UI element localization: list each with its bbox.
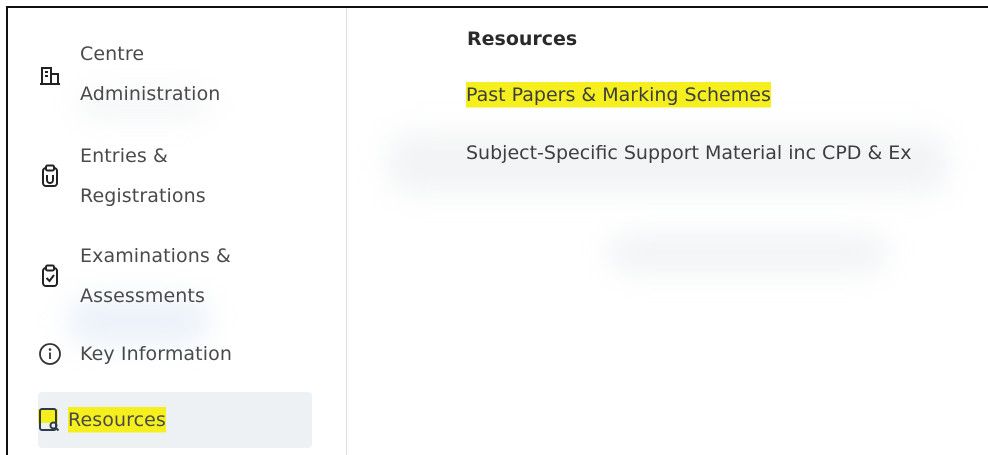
app-frame: Centre Administration Entries & Registra… xyxy=(6,6,988,455)
info-icon xyxy=(38,342,62,366)
building-icon xyxy=(38,64,62,88)
sidebar-item-examinations-assessments[interactable]: Examinations & Assessments xyxy=(38,236,312,316)
sidebar-item-label: Entries & Registrations xyxy=(80,145,206,207)
clipboard-entries-icon xyxy=(38,164,62,188)
link-subject-specific-support[interactable]: Subject-Specific Support Material inc CP… xyxy=(466,138,912,168)
sidebar-item-resources[interactable]: Resources xyxy=(38,392,312,448)
link-past-papers[interactable]: Past Papers & Marking Schemes xyxy=(466,80,771,110)
sidebar-item-label: Key Information xyxy=(80,343,232,365)
sidebar-item-entries-registrations[interactable]: Entries & Registrations xyxy=(38,136,312,216)
sidebar-item-label: Centre Administration xyxy=(80,43,221,105)
sidebar-item-label: Resources xyxy=(68,405,166,435)
main-content: Resources Past Papers & Marking Schemes … xyxy=(346,8,988,455)
sidebar-item-label: Examinations & Assessments xyxy=(80,245,231,307)
document-search-icon xyxy=(38,408,62,432)
sidebar-item-centre-administration[interactable]: Centre Administration xyxy=(38,36,312,116)
clipboard-check-icon xyxy=(38,264,62,288)
sidebar-item-key-information[interactable]: Key Information xyxy=(38,330,312,378)
sidebar: Centre Administration Entries & Registra… xyxy=(8,8,347,455)
page-title: Resources xyxy=(467,28,578,50)
